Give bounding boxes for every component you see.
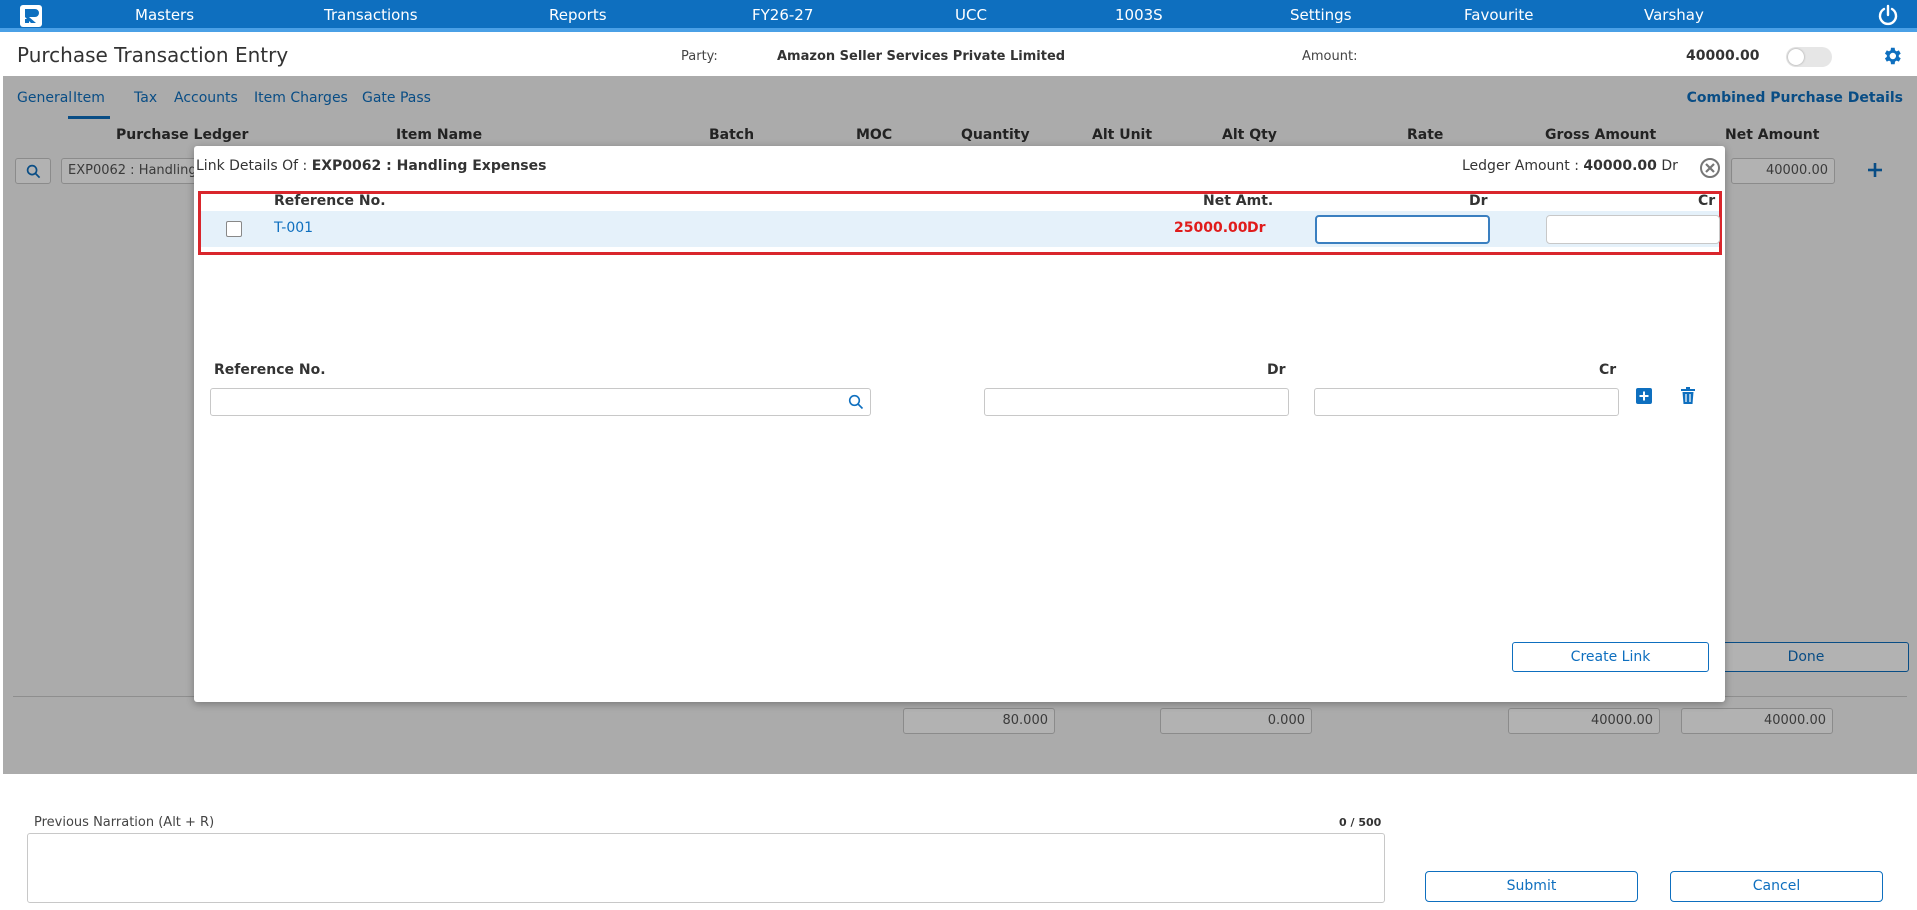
add-square-icon[interactable] <box>1634 386 1654 406</box>
nav-reports[interactable]: Reports <box>549 6 607 24</box>
new-cr-input[interactable] <box>1314 388 1619 416</box>
row-net-amount: 25000.00 <box>1174 220 1248 236</box>
amount-label: Amount: <box>1302 49 1358 64</box>
narration-textarea[interactable] <box>27 833 1385 903</box>
nav-favourite[interactable]: Favourite <box>1464 6 1533 24</box>
ledger-amount-value: 40000.00 <box>1583 158 1657 174</box>
trash-icon[interactable] <box>1678 386 1698 406</box>
amount-value: 40000.00 <box>1686 48 1760 64</box>
power-icon[interactable] <box>1877 4 1899 26</box>
ledger-amount-suffix: Dr <box>1661 158 1678 174</box>
party-label: Party: <box>681 49 718 64</box>
link-details-modal: Link Details Of : EXP0062 : Handling Exp… <box>194 146 1725 702</box>
top-navbar: Masters Transactions Reports FY26-27 UCC… <box>0 0 1917 32</box>
page-title: Purchase Transaction Entry <box>17 43 289 67</box>
head-reference-no: Reference No. <box>274 193 386 209</box>
nav-settings[interactable]: Settings <box>1290 6 1352 24</box>
modal-title-ledger: EXP0062 : Handling Expenses <box>311 158 547 174</box>
create-link-button[interactable]: Create Link <box>1512 642 1709 672</box>
ledger-amount: Ledger Amount : 40000.00 Dr <box>1462 158 1678 174</box>
head-cr: Cr <box>1698 193 1716 209</box>
head-dr: Dr <box>1469 193 1488 209</box>
row-net-amount-type: Dr <box>1247 220 1266 236</box>
nav-transactions[interactable]: Transactions <box>324 6 418 24</box>
new-dr-input[interactable] <box>984 388 1289 416</box>
nav-fy[interactable]: FY26-27 <box>752 6 813 24</box>
reference-search-input[interactable] <box>210 388 871 416</box>
modal-title-prefix: Link Details Of : <box>196 158 308 174</box>
header-toggle[interactable] <box>1786 47 1832 67</box>
close-icon[interactable] <box>1699 157 1721 179</box>
head-net-amt: Net Amt. <box>1203 193 1274 209</box>
row-dr-input[interactable] <box>1315 215 1490 244</box>
narration-char-count: 0 / 500 <box>1339 816 1382 829</box>
submit-button[interactable]: Submit <box>1425 871 1638 902</box>
cancel-button[interactable]: Cancel <box>1670 871 1883 902</box>
row-cr-input[interactable] <box>1546 215 1720 244</box>
nav-masters[interactable]: Masters <box>135 6 194 24</box>
ledger-amount-prefix: Ledger Amount : <box>1462 158 1579 174</box>
narration-label: Previous Narration (Alt + R) <box>34 815 215 830</box>
new-ref-no-label: Reference No. <box>214 362 326 378</box>
app-logo-icon[interactable] <box>20 5 42 27</box>
highlight-box <box>198 191 1722 255</box>
new-dr-label: Dr <box>1267 362 1286 378</box>
party-value: Amazon Seller Services Private Limited <box>777 49 1066 64</box>
row-checkbox[interactable] <box>226 221 242 237</box>
nav-user[interactable]: Varshay <box>1644 6 1704 24</box>
transaction-header: Purchase Transaction Entry Party: Amazon… <box>0 38 1917 76</box>
search-icon[interactable] <box>848 394 864 410</box>
modal-title: Link Details Of : EXP0062 : Handling Exp… <box>196 158 546 174</box>
nav-ucc[interactable]: UCC <box>955 6 987 24</box>
gear-icon[interactable] <box>1881 45 1903 67</box>
nav-company-code[interactable]: 1003S <box>1115 6 1163 24</box>
new-cr-label: Cr <box>1599 362 1617 378</box>
reference-link[interactable]: T-001 <box>274 220 313 236</box>
